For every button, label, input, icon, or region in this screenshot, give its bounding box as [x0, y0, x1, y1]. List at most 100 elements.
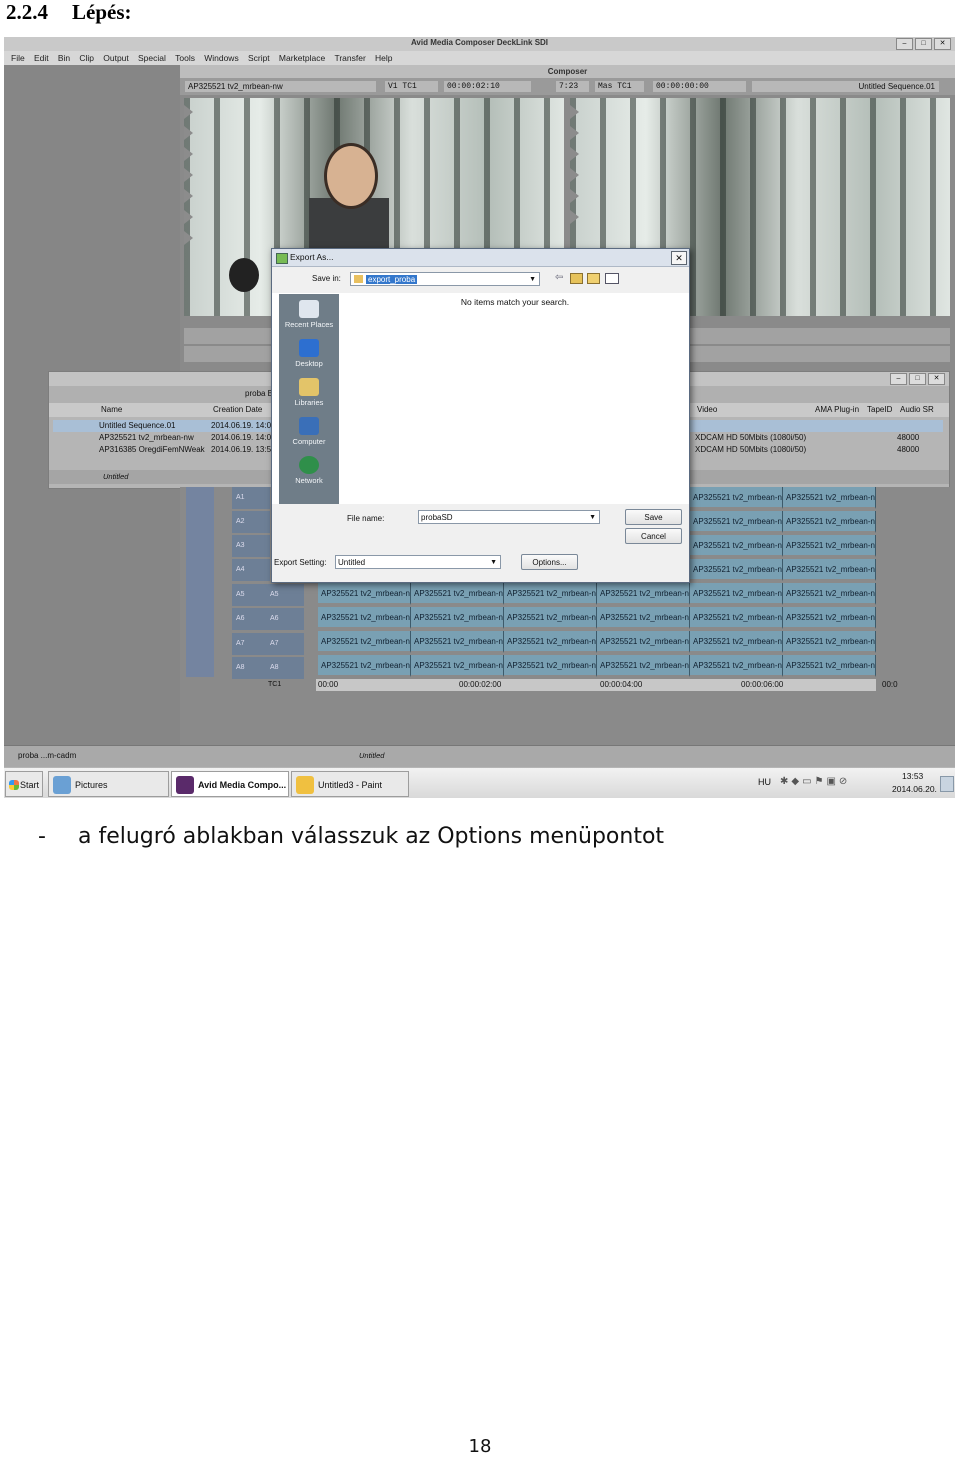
- timeline-clip[interactable]: AP325521 tv2_mrbean-n: [690, 559, 783, 581]
- close-icon[interactable]: ✕: [934, 38, 951, 50]
- track-a5[interactable]: A5: [232, 584, 270, 608]
- place-network[interactable]: Network: [279, 456, 339, 485]
- timeline-clip[interactable]: AP325521 tv2_mrbean-n: [690, 655, 783, 677]
- timeline-clip[interactable]: AP325521 tv2_mrbean-n: [690, 607, 783, 629]
- start-button[interactable]: Start: [5, 771, 43, 797]
- track-a5-record[interactable]: A5: [266, 584, 304, 608]
- menu-marketplace[interactable]: Marketplace: [279, 51, 325, 65]
- bin-col-ama[interactable]: AMA Plug-in: [815, 403, 859, 417]
- menu-file[interactable]: File: [11, 51, 25, 65]
- timeline-clip[interactable]: AP325521 tv2_mrbean-n: [597, 607, 690, 629]
- menu-windows[interactable]: Windows: [204, 51, 238, 65]
- timeline-clip[interactable]: AP325521 tv2_mrbean-n: [783, 631, 876, 653]
- cancel-button[interactable]: Cancel: [625, 528, 682, 544]
- bin-col-tapeid[interactable]: TapeID: [867, 403, 892, 417]
- track-a6-record[interactable]: A6: [266, 608, 304, 632]
- minimize-icon[interactable]: –: [896, 38, 913, 50]
- menu-clip[interactable]: Clip: [79, 51, 94, 65]
- bin-col-date[interactable]: Creation Date: [213, 403, 262, 417]
- track-a3[interactable]: A3: [232, 535, 270, 559]
- menu-script[interactable]: Script: [248, 51, 270, 65]
- sequence-menu[interactable]: Untitled Sequence.01: [752, 81, 939, 92]
- place-libraries[interactable]: Libraries: [279, 378, 339, 407]
- timeline-clip[interactable]: AP325521 tv2_mrbean-n: [318, 631, 411, 653]
- timeline-clip[interactable]: AP325521 tv2_mrbean-n: [783, 487, 876, 509]
- timeline-tool-palette[interactable]: [186, 487, 214, 677]
- clock-time[interactable]: 13:53: [902, 771, 923, 781]
- timeline-clip[interactable]: AP325521 tv2_mrbean-n: [690, 487, 783, 509]
- track-a8-record[interactable]: A8: [266, 657, 304, 681]
- menu-help[interactable]: Help: [375, 51, 392, 65]
- clock-date[interactable]: 2014.06.20.: [892, 784, 937, 794]
- timeline-clip[interactable]: AP325521 tv2_mrbean-n: [411, 631, 504, 653]
- timeline-clip[interactable]: AP325521 tv2_mrbean-n: [411, 655, 504, 677]
- place-computer[interactable]: Computer: [279, 417, 339, 446]
- back-icon[interactable]: ⇦: [555, 272, 563, 283]
- place-desktop[interactable]: Desktop: [279, 339, 339, 368]
- menu-output[interactable]: Output: [103, 51, 129, 65]
- bin-minimize-icon[interactable]: –: [890, 373, 907, 385]
- menu-edit[interactable]: Edit: [34, 51, 49, 65]
- track-a7[interactable]: A7: [232, 633, 270, 657]
- view-menu-icon[interactable]: [605, 273, 619, 284]
- timeline-clip[interactable]: AP325521 tv2_mrbean-n: [783, 535, 876, 557]
- timeline-clip[interactable]: AP325521 tv2_mrbean-n: [783, 655, 876, 677]
- menu-tools[interactable]: Tools: [175, 51, 195, 65]
- timeline-clip[interactable]: AP325521 tv2_mrbean-n: [318, 583, 411, 605]
- bin-col-audiosr[interactable]: Audio SR: [900, 403, 934, 417]
- options-button[interactable]: Options...: [521, 554, 578, 570]
- timeline-clip[interactable]: AP325521 tv2_mrbean-n: [783, 511, 876, 533]
- timeline-clip[interactable]: AP325521 tv2_mrbean-n: [783, 583, 876, 605]
- bin-maximize-icon[interactable]: □: [909, 373, 926, 385]
- tray-icons[interactable]: ✱◆▭⚑▣⊘: [780, 776, 850, 787]
- timeline-clip[interactable]: AP325521 tv2_mrbean-n: [411, 583, 504, 605]
- task-pictures[interactable]: Pictures: [48, 771, 169, 797]
- maximize-icon[interactable]: □: [915, 38, 932, 50]
- timeline-clip[interactable]: AP325521 tv2_mrbean-n: [597, 631, 690, 653]
- timeline-clip[interactable]: AP325521 tv2_mrbean-n: [504, 583, 597, 605]
- timeline-clip[interactable]: AP325521 tv2_mrbean-n: [690, 583, 783, 605]
- new-folder-icon[interactable]: [587, 273, 600, 284]
- timeline-ruler[interactable]: 00:00 00:00:02:00 00:00:04:00 00:00:06:00 00…: [316, 679, 898, 691]
- save-button[interactable]: Save: [625, 509, 682, 525]
- track-a6[interactable]: A6: [232, 608, 270, 632]
- track-a2[interactable]: A2: [232, 511, 270, 535]
- timeline-clip[interactable]: AP325521 tv2_mrbean-n: [690, 535, 783, 557]
- file-name-input[interactable]: probaSD ▼: [418, 510, 600, 524]
- dialog-close-icon[interactable]: ✕: [671, 251, 687, 265]
- language-indicator[interactable]: HU: [758, 777, 771, 787]
- timeline-clip[interactable]: AP325521 tv2_mrbean-n: [783, 607, 876, 629]
- bin-col-name[interactable]: Name: [101, 403, 122, 417]
- timeline-clip[interactable]: AP325521 tv2_mrbean-n: [318, 607, 411, 629]
- timeline-clip[interactable]: AP325521 tv2_mrbean-n: [411, 607, 504, 629]
- timeline-clip[interactable]: AP325521 tv2_mrbean-n: [504, 607, 597, 629]
- bin-col-video[interactable]: Video: [697, 403, 717, 417]
- menu-transfer[interactable]: Transfer: [334, 51, 365, 65]
- track-a1[interactable]: A1: [232, 487, 270, 511]
- track-a7-record[interactable]: A7: [266, 633, 304, 657]
- track-a4[interactable]: A4: [232, 559, 270, 583]
- bin-view-menu[interactable]: Untitled: [103, 472, 128, 481]
- track-a8[interactable]: A8: [232, 657, 270, 681]
- timeline-clip[interactable]: AP325521 tv2_mrbean-n: [318, 655, 411, 677]
- menu-bin[interactable]: Bin: [58, 51, 70, 65]
- save-in-dropdown[interactable]: export_proba ▼: [350, 272, 540, 286]
- source-clip-menu[interactable]: AP325521 tv2_mrbean-nw: [185, 81, 376, 92]
- timeline-clip[interactable]: AP325521 tv2_mrbean-n: [783, 559, 876, 581]
- export-setting-dropdown[interactable]: Untitled ▼: [335, 555, 501, 569]
- task-avid[interactable]: Avid Media Compo...: [171, 771, 289, 797]
- timeline-clip[interactable]: AP325521 tv2_mrbean-n: [690, 511, 783, 533]
- file-list[interactable]: No items match your search.: [345, 294, 685, 504]
- up-folder-icon[interactable]: [570, 273, 583, 284]
- show-desktop-button[interactable]: [940, 776, 954, 792]
- timeline-clip[interactable]: AP325521 tv2_mrbean-n: [690, 631, 783, 653]
- menu-special[interactable]: Special: [138, 51, 166, 65]
- timeline-clip[interactable]: AP325521 tv2_mrbean-n: [597, 655, 690, 677]
- place-recent[interactable]: Recent Places: [279, 300, 339, 329]
- timeline-clip[interactable]: AP325521 tv2_mrbean-n: [597, 583, 690, 605]
- task-paint[interactable]: Untitled3 - Paint: [291, 771, 409, 797]
- timeline-clip[interactable]: AP325521 tv2_mrbean-n: [504, 631, 597, 653]
- bin-close-icon[interactable]: ✕: [928, 373, 945, 385]
- timeline-view-menu[interactable]: Untitled: [359, 751, 384, 760]
- timeline-clip[interactable]: AP325521 tv2_mrbean-n: [504, 655, 597, 677]
